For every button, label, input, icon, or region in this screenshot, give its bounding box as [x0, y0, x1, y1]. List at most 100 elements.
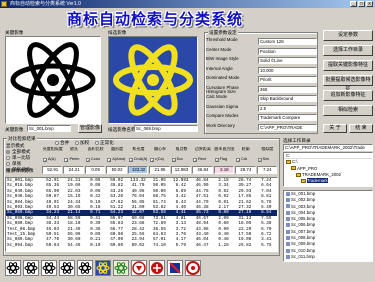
action-button-0[interactable]: 设定参数 [323, 30, 373, 41]
param-row: Calc Mode Skip Backbround [206, 94, 318, 104]
dir-tree[interactable]: C: C:\ APP_PRO TRADEMARK_2002 Trademark [283, 152, 373, 187]
key-image-filename[interactable]: Sc_001.bmp [27, 125, 71, 132]
param-value[interactable]: 360 [258, 85, 317, 93]
param-value[interactable]: Skip Backbround [258, 95, 317, 102]
feature-checkbox-label: r(Ca) [155, 157, 164, 161]
sim-value: 24.21 [63, 166, 84, 174]
feature-header: 圆形度 [111, 147, 124, 151]
feature-checkbox-label: Perim [69, 157, 80, 161]
exit-button[interactable]: 结 束 [349, 124, 373, 133]
mode-radio[interactable] [6, 162, 10, 166]
feature-header: 矩形度 [132, 147, 145, 151]
param-row: Curvature Phase Histogram Size 360 [206, 85, 318, 95]
thumbnail-atom-5[interactable] [77, 260, 93, 276]
param-value[interactable]: Priorit [258, 76, 317, 83]
feature-header: 偏心率 [153, 147, 166, 151]
checkbox-box[interactable]: ✓ [43, 157, 47, 162]
file-name: Sc_006.bmp [291, 222, 316, 228]
thumbnail-red-logo-2[interactable] [149, 260, 165, 276]
checkbox-box[interactable]: ✓ [150, 157, 155, 162]
thumbnail-atom[interactable] [5, 260, 21, 276]
checkbox-box[interactable]: ✓ [85, 157, 90, 162]
results-table[interactable]: Sc_001.bmp 52.91 24.21 0.05 50.02 133.32 21.95… [5, 177, 278, 252]
close-button[interactable]: x [366, 1, 373, 7]
param-value[interactable]: Position [258, 47, 317, 55]
checkbox-box[interactable]: ✓ [107, 157, 112, 162]
app-heading: 商标自动检索与分类系统 [66, 10, 243, 28]
param-value[interactable]: Trademark Compare [258, 114, 317, 121]
action-button-1[interactable]: 选择工作目录 [323, 45, 373, 56]
candidate-image-filename[interactable]: Sc_069.bmp [134, 125, 198, 132]
weight-option-label: 合并 [60, 140, 70, 145]
file-name: Sc_007.bmp [291, 228, 316, 234]
action-button-3[interactable]: 批量提取候选影像特征 [323, 75, 373, 92]
file-name: Sc_005.bmp [291, 216, 316, 222]
param-value[interactable]: Custom 128 [258, 38, 317, 45]
sample-similarity-values: 52.91 24.21 0.05 50.02 133.32 21.95 12.983 46.8… [42, 166, 278, 174]
checkbox-box[interactable]: ✓ [171, 157, 176, 162]
checkbox-box[interactable]: ✓ [128, 157, 133, 162]
sim-value: 133.32 [127, 166, 149, 174]
file-icon [286, 204, 290, 209]
manage-image-button[interactable]: 管理影像 [78, 124, 102, 133]
mode-radio[interactable] [6, 156, 10, 160]
thumbnail-atom-2[interactable] [23, 260, 39, 276]
sim-value: 52.91 [42, 166, 63, 174]
file-list[interactable]: Sc_001.bmp Sc_002.bmp Sc_003.bmp Sc_004.bmp… [283, 190, 373, 262]
row-value: 60.80 [110, 242, 124, 248]
param-label: B/W Image Style [206, 56, 239, 61]
file-icon [286, 248, 290, 253]
file-icon [286, 235, 290, 240]
mode-radio[interactable] [6, 150, 10, 154]
feature-header: 轮廓 [241, 147, 250, 151]
folder-icon [286, 160, 291, 165]
checkbox-box[interactable]: ✓ [257, 157, 262, 162]
sim-value: 21.95 [149, 166, 170, 174]
weight-radio[interactable] [75, 141, 79, 145]
thumbnail-red-logo[interactable] [131, 260, 147, 276]
checkbox-box[interactable]: ✓ [64, 157, 69, 162]
thumbnail-atom-color[interactable] [95, 260, 111, 276]
thumbnail-strip [5, 259, 280, 279]
file-icon [286, 223, 290, 228]
param-value[interactable]: Solid ©Line [258, 57, 317, 64]
feature-header: 亮度相似度 [42, 147, 63, 151]
thumbnail-atom-green[interactable] [113, 260, 129, 276]
key-image-caption: 关键影像 [5, 127, 24, 132]
about-button[interactable]: 关 于 [323, 124, 347, 133]
weight-radio[interactable] [95, 141, 99, 145]
action-button-5[interactable]: 相似检索 [323, 105, 373, 116]
feature-checkbox-label: Rect [198, 157, 206, 161]
weight-radio[interactable] [55, 141, 59, 145]
maximize-button[interactable]: □ [358, 1, 365, 7]
feature-header: 边界距离 [194, 147, 211, 151]
checkbox-box[interactable]: ✓ [214, 157, 219, 162]
thumbnail-flag-logo[interactable] [167, 260, 183, 276]
row-value: 1.28 [218, 242, 229, 248]
minimize-button[interactable]: _ [350, 1, 357, 7]
thumbnail-atom-4[interactable] [59, 260, 75, 276]
action-button-2[interactable]: 提取关键影像特征 [323, 60, 373, 71]
file-name: Sc_004.bmp [291, 209, 316, 215]
file-item[interactable]: Sc_011.bmp [284, 254, 372, 260]
file-icon [286, 242, 290, 247]
action-button-4[interactable]: 追加新影像特征 [323, 90, 373, 101]
param-value[interactable]: 10.000 [258, 66, 317, 74]
feature-checkbox-label: Ecc [176, 157, 184, 161]
app-icon [1, 1, 7, 7]
param-value[interactable]: 2.5 [258, 104, 317, 112]
table-row[interactable]: Sc_094.bmp 50.64 54.46 0.10 60.80 69.02 74.10 5… [6, 243, 277, 248]
thumbnail-atom-3[interactable] [41, 260, 57, 276]
param-label: Gaussian Sigma [206, 103, 239, 109]
tree-item[interactable]: Trademark [284, 178, 372, 184]
param-value[interactable]: C:\APP_PRO\TRADE [258, 123, 317, 131]
dir-path-field[interactable]: C:\APP_PRO\TRADEMARK_2002\Trade [283, 144, 373, 151]
file-name: Sc_009.bmp [291, 241, 316, 247]
weight-option-label: 加权 [80, 140, 90, 145]
thumbnail-red-logo-3[interactable] [185, 260, 201, 276]
checkbox-box[interactable]: ✓ [236, 157, 240, 162]
checkbox-box[interactable]: ✓ [193, 157, 198, 162]
feature-checkbox-label: Cdr [241, 157, 248, 161]
key-image-view [5, 36, 101, 124]
sim-value: 7.24 [256, 166, 277, 174]
